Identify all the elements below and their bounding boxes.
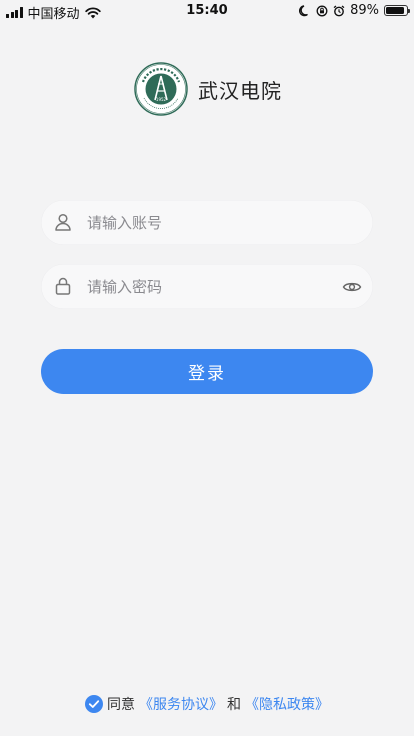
status-right: 89%: [299, 3, 410, 18]
brand-name: 武汉电院: [198, 78, 282, 103]
password-input[interactable]: [87, 264, 327, 309]
svg-text:1952: 1952: [156, 97, 167, 102]
eye-icon[interactable]: [342, 277, 362, 297]
agreement-prefix: 同意: [107, 697, 135, 713]
password-field[interactable]: [41, 264, 373, 309]
checkbox-checked-icon[interactable]: [85, 695, 103, 713]
privacy-policy-link[interactable]: 《隐私政策》: [245, 694, 329, 714]
brand-header: 1952 武汉电院: [134, 62, 282, 116]
account-field[interactable]: [41, 200, 373, 245]
agreement-row: 同意 《服务协议》 和 《隐私政策》: [0, 694, 414, 714]
agreement-conjunction: 和: [227, 697, 241, 713]
service-agreement-link[interactable]: 《服务协议》: [139, 694, 223, 714]
university-logo: 1952: [134, 62, 188, 116]
status-bar: 中国移动 15:40 89%: [0, 0, 414, 22]
lock-rotation-icon: [316, 5, 328, 16]
battery-percent: 89%: [350, 3, 379, 18]
account-input[interactable]: [87, 200, 327, 245]
moon-icon: [299, 4, 309, 16]
battery-icon: [384, 5, 410, 16]
login-button[interactable]: 登录: [41, 349, 373, 394]
lock-icon: [55, 277, 71, 295]
user-icon: [55, 213, 71, 231]
alarm-icon: [333, 4, 345, 16]
